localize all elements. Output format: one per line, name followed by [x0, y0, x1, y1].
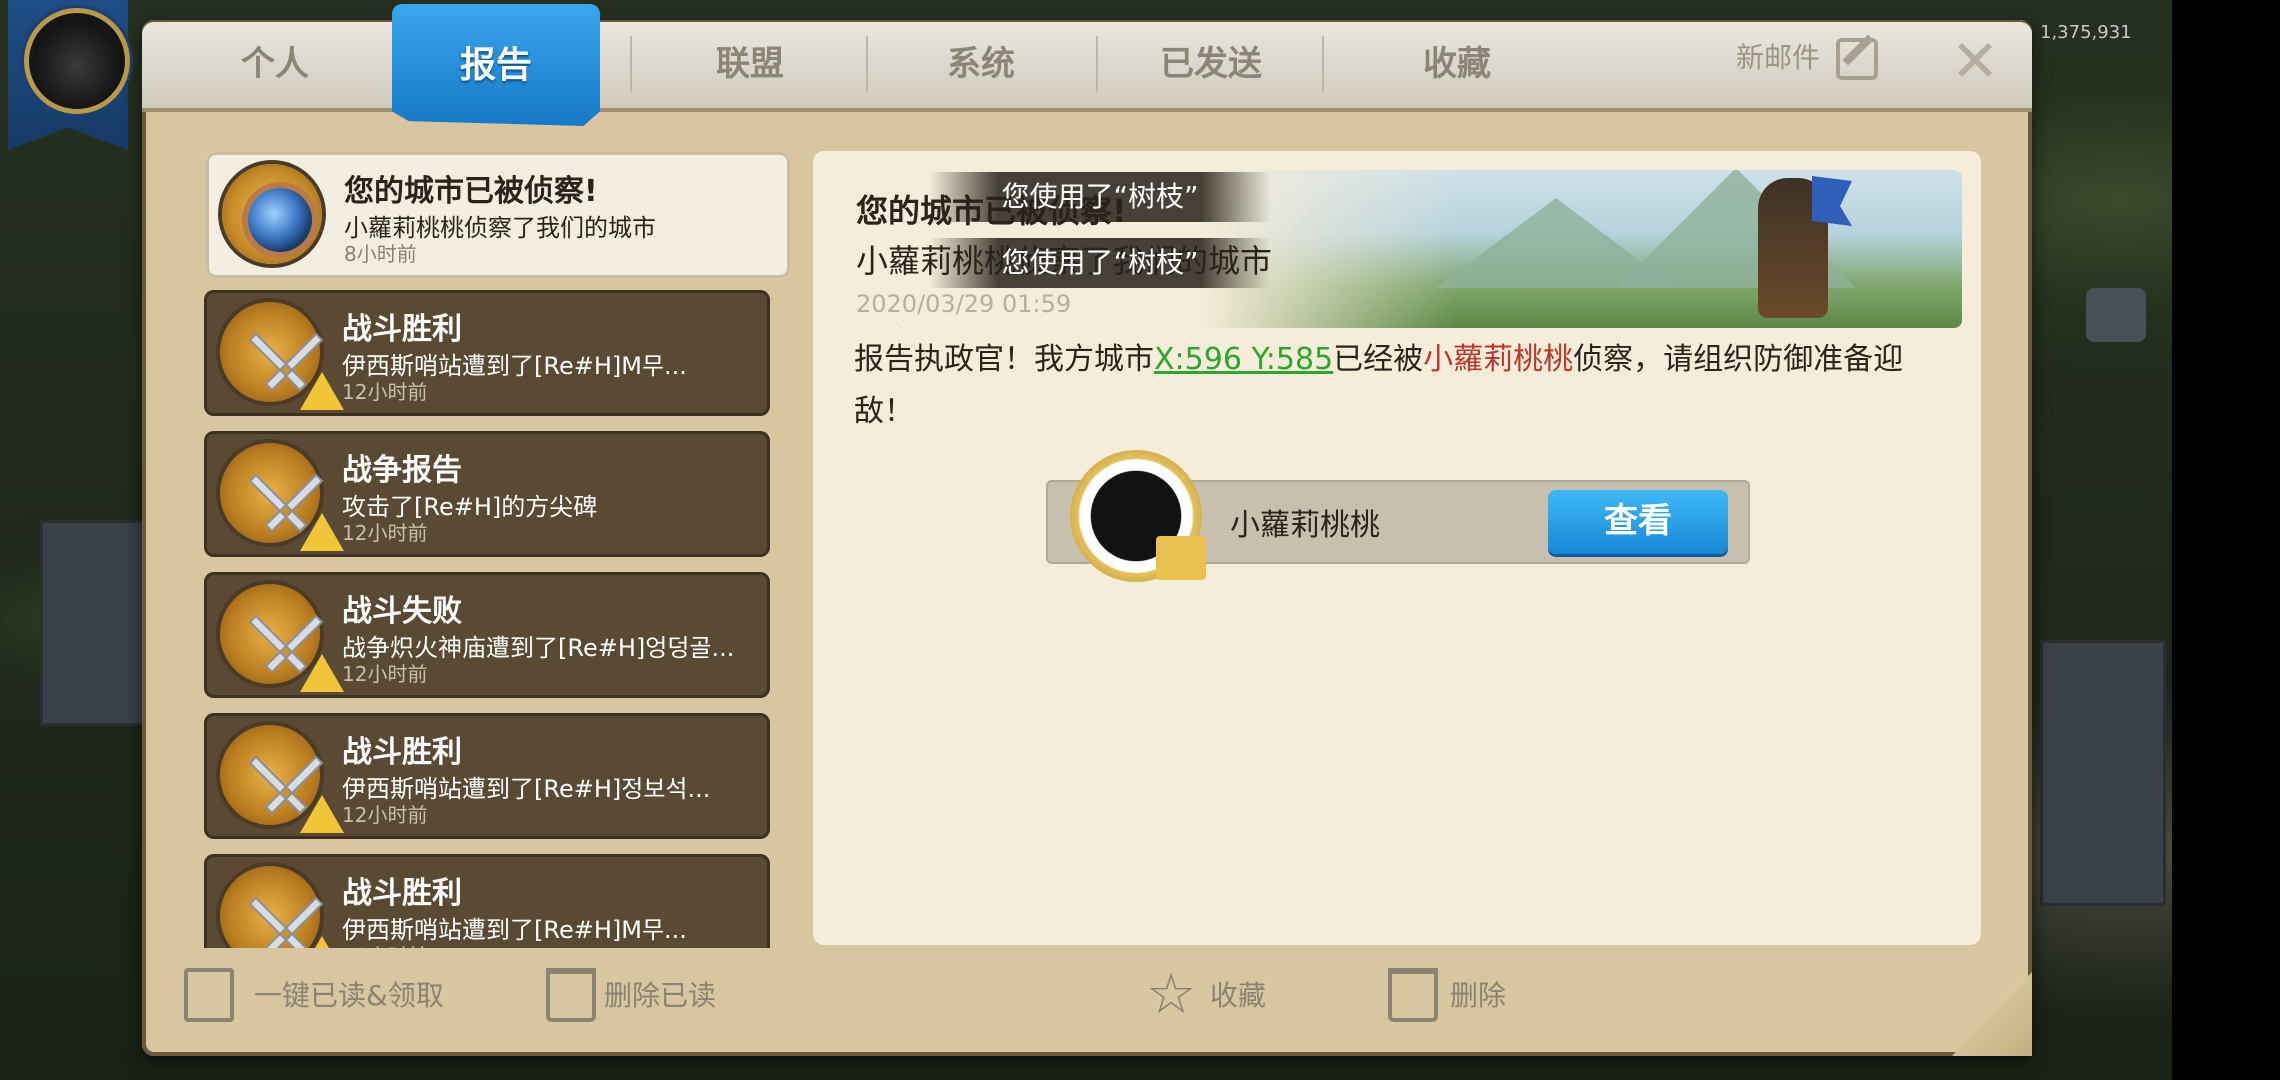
list-item[interactable]: 您的城市已被侦察! 小蘿莉桃桃侦察了我们的城市 8小时前	[206, 152, 790, 278]
battle-swords-icon	[220, 725, 344, 833]
new-mail-label[interactable]: 新邮件	[1736, 36, 1820, 76]
player-avatar[interactable]	[24, 8, 130, 114]
close-button[interactable]: ✕	[1948, 32, 2002, 90]
warning-icon	[300, 372, 344, 410]
screen-edge	[2172, 0, 2280, 1080]
report-body: 报告执政官！我方城市X:596 Y:585已经被小蘿莉桃桃侦察，请组织防御准备迎…	[854, 334, 1954, 438]
list-item-title: 战斗胜利	[342, 312, 462, 347]
list-item-time: 12小时前	[342, 521, 428, 545]
castle-wall	[2040, 640, 2166, 906]
mail-list[interactable]: 您的城市已被侦察! 小蘿莉桃桃侦察了我们的城市 8小时前 战斗胜利 伊西斯哨站遭…	[196, 148, 812, 948]
battle-swords-icon	[220, 584, 344, 692]
item-used-toast: 您使用了“树枝”	[930, 172, 1270, 222]
report-body-mid: 已经被	[1333, 342, 1424, 377]
battle-swords-icon	[220, 443, 344, 551]
castle-wall	[40, 520, 146, 726]
list-item-title: 您的城市已被侦察!	[344, 174, 598, 209]
list-item-time: 12小时前	[342, 940, 427, 948]
report-date: 2020/03/29 01:59	[856, 290, 1072, 318]
delete-button[interactable]: 删除	[1450, 966, 1506, 1026]
tab-divider	[866, 36, 868, 92]
tab-report[interactable]: 报告	[392, 24, 600, 108]
tab-divider	[1096, 36, 1098, 92]
tab-personal[interactable]: 个人	[200, 22, 350, 108]
tab-divider	[630, 36, 632, 92]
mail-check-icon[interactable]	[184, 968, 234, 1022]
list-item-time: 12小时前	[342, 662, 428, 686]
list-item[interactable]: 战斗失败 战争炽火神庙遭到了[Re#H]엉덩골... 12小时前	[204, 572, 770, 698]
view-button[interactable]: 查看	[1548, 490, 1728, 554]
spyglass-lens	[248, 188, 312, 252]
list-item[interactable]: 战争报告 攻击了[Re#H]的方尖碑 12小时前	[204, 431, 770, 557]
power-value: 1,375,931	[2040, 22, 2132, 43]
warning-icon	[300, 654, 344, 692]
warning-icon	[300, 795, 344, 833]
list-item-time: 12小时前	[342, 803, 428, 827]
tab-divider	[1322, 36, 1324, 92]
player-emblem-icon	[1066, 440, 1216, 600]
battle-swords-icon	[220, 866, 344, 948]
list-item-title: 战斗胜利	[342, 876, 462, 911]
favorite-button[interactable]: 收藏	[1210, 966, 1266, 1026]
warning-icon	[300, 513, 344, 551]
list-item[interactable]: 战斗胜利 伊西斯哨站遭到了[Re#H]M무... 12小时前	[204, 854, 770, 948]
attacker-name: 小蘿莉桃桃	[1423, 342, 1574, 377]
trash-icon[interactable]	[1388, 968, 1438, 1022]
tab-alliance[interactable]: 联盟	[640, 22, 860, 108]
helmet-icon[interactable]	[2086, 288, 2146, 342]
list-item-title: 战斗失败	[342, 594, 462, 629]
item-used-toast: 您使用了“树枝”	[930, 238, 1270, 288]
star-icon[interactable]: ☆	[1146, 967, 1196, 1023]
player-name: 小蘿莉桃桃	[1230, 508, 1380, 543]
list-item-title: 战斗胜利	[342, 735, 462, 770]
trash-icon[interactable]	[546, 968, 596, 1022]
tab-system[interactable]: 系统	[876, 22, 1086, 108]
report-body-prefix: 报告执政官！我方城市	[854, 342, 1154, 377]
list-item-time: 12小时前	[342, 380, 428, 404]
tab-favorites[interactable]: 收藏	[1332, 22, 1582, 108]
spyglass-icon	[222, 164, 322, 264]
battle-swords-icon	[220, 302, 344, 410]
coordinates-link[interactable]: X:596 Y:585	[1154, 342, 1333, 377]
warning-icon	[300, 936, 344, 948]
list-item[interactable]: 战斗胜利 伊西斯哨站遭到了[Re#H]정보석... 12小时前	[204, 713, 770, 839]
list-item-title: 战争报告	[342, 453, 462, 488]
read-all-button[interactable]: 一键已读&领取	[254, 966, 444, 1026]
list-item[interactable]: 战斗胜利 伊西斯哨站遭到了[Re#H]M무... 12小时前	[204, 290, 770, 416]
list-item-time: 8小时前	[344, 242, 417, 266]
compose-icon[interactable]	[1836, 38, 1878, 80]
temple-icon	[1156, 536, 1206, 580]
tab-sent[interactable]: 已发送	[1106, 22, 1316, 108]
delete-read-button[interactable]: 删除已读	[604, 966, 716, 1026]
